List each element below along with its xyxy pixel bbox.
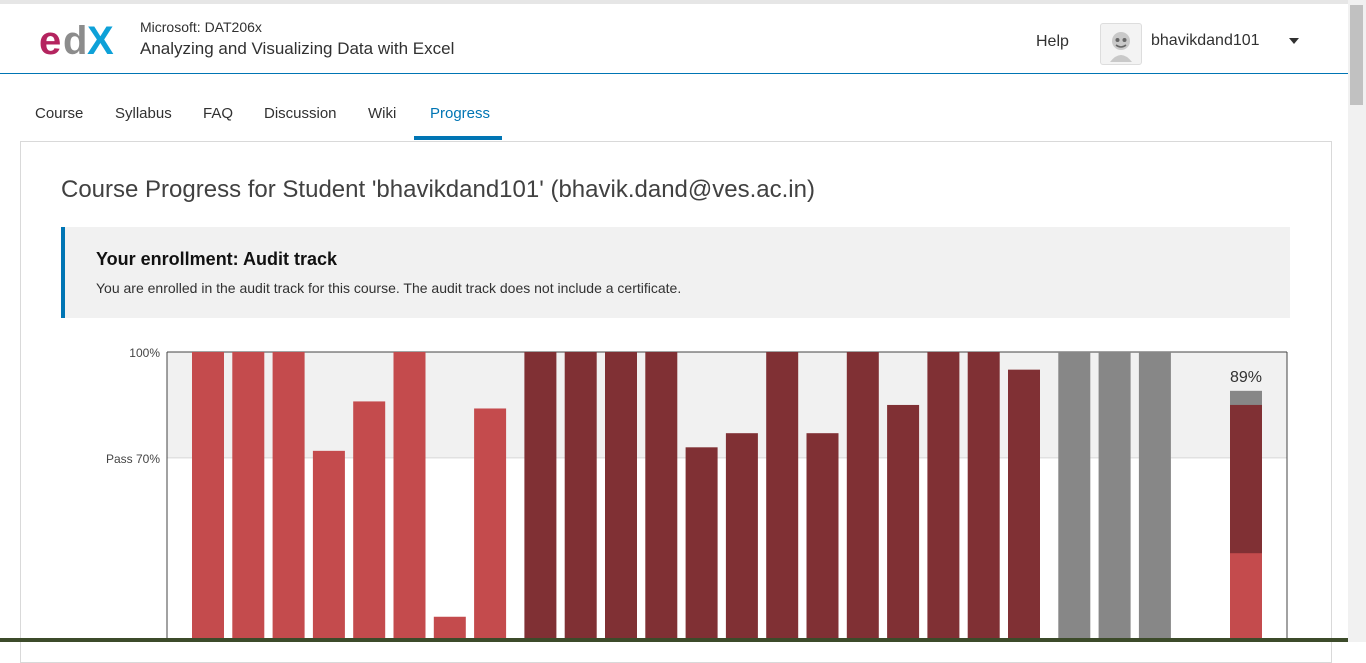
chart-bar xyxy=(1008,369,1040,642)
progress-chart: 100% Pass 70% 89% xyxy=(106,346,1288,642)
scrollbar[interactable] xyxy=(1348,0,1366,642)
logo-d: d xyxy=(63,19,87,63)
tab-syllabus[interactable]: Syllabus xyxy=(115,105,172,122)
ytick-label-100: 100% xyxy=(129,346,160,360)
logo-x: X xyxy=(87,19,114,63)
active-tab-indicator xyxy=(414,136,502,140)
bottom-strip xyxy=(0,638,1348,642)
tab-discussion[interactable]: Discussion xyxy=(264,105,337,122)
chart-bar xyxy=(1098,352,1131,642)
chart-bar xyxy=(393,352,426,642)
chart-bar xyxy=(605,352,637,642)
chart-bar xyxy=(645,352,678,642)
tab-wiki[interactable]: Wiki xyxy=(368,105,396,122)
user-avatar-icon xyxy=(1110,32,1132,62)
chart-bar xyxy=(232,352,265,642)
chart-bar xyxy=(192,352,224,642)
edx-logo[interactable]: e d X xyxy=(39,18,121,64)
chart-bar xyxy=(967,352,1000,642)
chart-bar xyxy=(725,433,758,642)
total-bar-segment xyxy=(1230,553,1262,642)
username[interactable]: bhavikdand101 xyxy=(1151,32,1260,50)
logo-e: e xyxy=(39,19,61,63)
tab-progress[interactable]: Progress xyxy=(430,105,490,122)
tab-course[interactable]: Course xyxy=(35,105,83,122)
total-percent-label: 89% xyxy=(1230,369,1262,386)
page-title: Course Progress for Student 'bhavikdand1… xyxy=(61,176,815,203)
avatar[interactable] xyxy=(1100,23,1142,65)
chart-bar xyxy=(927,352,960,642)
help-link[interactable]: Help xyxy=(1036,33,1069,51)
ytick-label-pass: Pass 70% xyxy=(106,452,160,466)
course-tabs: Course Syllabus FAQ Discussion Wiki Prog… xyxy=(0,96,1348,142)
chart-bar xyxy=(312,450,345,642)
chart-bar xyxy=(353,401,386,642)
enrollment-title: Your enrollment: Audit track xyxy=(96,249,338,269)
enrollment-message: You are enrolled in the audit track for … xyxy=(96,280,682,296)
chart-bar xyxy=(846,352,879,642)
chevron-down-icon[interactable] xyxy=(1289,38,1299,44)
chart-bar xyxy=(766,352,799,642)
chart-bar xyxy=(887,404,920,642)
chart-bar xyxy=(1138,352,1171,642)
scrollbar-thumb[interactable] xyxy=(1350,5,1363,105)
chart-bar xyxy=(685,447,718,642)
enrollment-notice: Your enrollment: Audit track You are enr… xyxy=(61,227,1290,318)
course-org: Microsoft: DAT206x xyxy=(140,19,262,35)
course-name: Analyzing and Visualizing Data with Exce… xyxy=(140,39,455,58)
site-header: e d X Microsoft: DAT206x Analyzing and V… xyxy=(0,4,1348,74)
chart-bar xyxy=(474,408,507,642)
chart-bar xyxy=(272,352,305,642)
chart-bar xyxy=(1058,352,1091,642)
chart-bar xyxy=(564,352,597,642)
chart-bar xyxy=(524,352,557,642)
chart-bar xyxy=(806,433,839,642)
tab-faq[interactable]: FAQ xyxy=(203,105,233,122)
